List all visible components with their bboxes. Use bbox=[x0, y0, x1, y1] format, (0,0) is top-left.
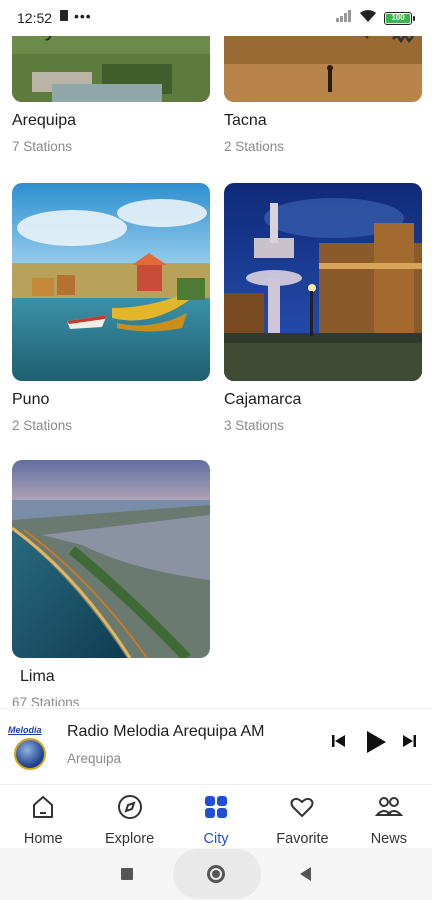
wifi-icon bbox=[360, 9, 376, 27]
battery-level: 100 bbox=[386, 13, 410, 23]
city-name: Lima bbox=[20, 668, 55, 685]
station-count: 2 Stations bbox=[12, 418, 73, 433]
nav-news[interactable]: News bbox=[346, 785, 432, 848]
home-icon bbox=[30, 794, 56, 825]
next-icon[interactable] bbox=[401, 733, 417, 754]
heart-icon bbox=[289, 794, 315, 825]
nav-label: City bbox=[203, 831, 229, 847]
nav-label: Home bbox=[23, 831, 63, 847]
status-time: 12:52 bbox=[17, 10, 53, 26]
city-name: Puno bbox=[12, 391, 50, 408]
nav-label: Explore bbox=[105, 831, 155, 847]
previous-icon[interactable] bbox=[331, 733, 347, 754]
nav-label: Favorite bbox=[276, 831, 329, 847]
station-logo-disc bbox=[14, 738, 46, 770]
player-station-city: Arequipa bbox=[67, 751, 122, 766]
more-notifications-icon: ••• bbox=[74, 7, 92, 24]
bottom-nav: Home Explore City Favorite News bbox=[0, 784, 432, 848]
station-count: 7 Stations bbox=[12, 139, 73, 154]
status-bar: 12:52 ••• 100 bbox=[0, 0, 432, 36]
city-card-puno[interactable]: Puno 2 Stations bbox=[12, 183, 210, 433]
city-name: Cajamarca bbox=[224, 391, 302, 408]
nav-city[interactable]: City bbox=[173, 785, 259, 848]
city-image-lima bbox=[12, 460, 210, 658]
grid-icon bbox=[203, 794, 229, 825]
city-image-puno bbox=[12, 183, 210, 381]
status-indicators: 100 bbox=[336, 9, 415, 27]
city-grid[interactable]: Arequipa 7 Stations Tacna 2 Stations Pun… bbox=[0, 0, 432, 706]
station-count: 3 Stations bbox=[224, 418, 285, 433]
city-name: Arequipa bbox=[12, 112, 77, 129]
station-logo: Melodia bbox=[8, 725, 50, 771]
compass-icon bbox=[117, 794, 143, 825]
nav-label: News bbox=[370, 831, 407, 847]
back-icon[interactable] bbox=[300, 867, 311, 881]
nav-favorite[interactable]: Favorite bbox=[259, 785, 345, 848]
home-circle-icon[interactable] bbox=[207, 865, 225, 883]
city-image-cajamarca bbox=[224, 183, 422, 381]
mini-player[interactable]: Melodia Radio Melodia Arequipa AM Arequi… bbox=[0, 708, 432, 783]
station-count: 2 Stations bbox=[224, 139, 285, 154]
city-name: Tacna bbox=[224, 112, 267, 129]
battery-saver-icon bbox=[60, 10, 68, 21]
signal-icon bbox=[336, 9, 352, 27]
nav-explore[interactable]: Explore bbox=[86, 785, 172, 848]
people-icon bbox=[374, 794, 404, 825]
player-station-title: Radio Melodia Arequipa AM bbox=[67, 723, 265, 740]
nav-home[interactable]: Home bbox=[0, 785, 86, 848]
city-card-lima[interactable]: Lima 67 Stations bbox=[12, 460, 210, 706]
station-count: 67 Stations bbox=[12, 695, 80, 706]
recents-icon[interactable] bbox=[121, 868, 133, 880]
battery-icon: 100 bbox=[384, 11, 415, 25]
station-logo-text: Melodia bbox=[8, 725, 42, 735]
system-nav-bar bbox=[0, 848, 432, 900]
city-card-cajamarca[interactable]: Cajamarca 3 Stations bbox=[224, 183, 422, 433]
play-icon[interactable] bbox=[365, 730, 387, 759]
status-notifications: ••• bbox=[60, 7, 92, 24]
